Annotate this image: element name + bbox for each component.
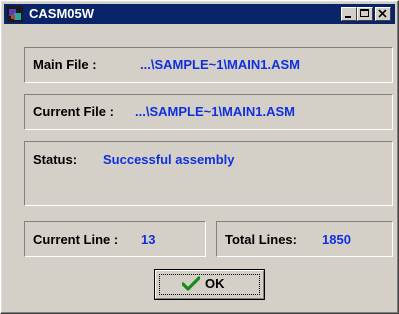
status-panel: Status: Successful assembly [24, 141, 393, 206]
casm-app-icon [7, 6, 23, 22]
current-file-label: Current File : [33, 104, 114, 119]
status-label: Status: [33, 152, 78, 167]
ok-button-label: OK [205, 276, 225, 291]
main-file-panel: Main File : ...\SAMPLE~1\MAIN1.ASM [24, 47, 393, 83]
maximize-icon [360, 9, 369, 17]
total-lines-label: Total Lines: [225, 232, 297, 247]
close-icon [378, 9, 387, 18]
minimize-icon [345, 16, 351, 18]
current-file-panel: Current File : ...\SAMPLE~1\MAIN1.ASM [24, 94, 393, 130]
casm-dialog-window: CASM05W Main File : ...\SAMPLE~1\MAIN1.A… [0, 0, 399, 314]
current-line-label: Current Line : [33, 232, 119, 247]
status-value: Successful assembly [103, 152, 235, 167]
total-lines-value: 1850 [322, 232, 351, 247]
current-line-panel: Current Line : 13 [24, 221, 206, 257]
close-button[interactable] [375, 7, 391, 21]
current-line-value: 13 [141, 232, 156, 247]
main-file-value: ...\SAMPLE~1\MAIN1.ASM [140, 57, 300, 72]
window-title: CASM05W [29, 6, 95, 21]
title-bar[interactable]: CASM05W [4, 4, 395, 24]
minimize-button[interactable] [341, 7, 357, 21]
ok-button[interactable]: OK [154, 269, 265, 300]
maximize-button[interactable] [357, 7, 373, 21]
main-file-label: Main File : [33, 57, 97, 72]
checkmark-icon [181, 276, 201, 292]
total-lines-panel: Total Lines: 1850 [216, 221, 393, 257]
current-file-value: ...\SAMPLE~1\MAIN1.ASM [135, 104, 295, 119]
